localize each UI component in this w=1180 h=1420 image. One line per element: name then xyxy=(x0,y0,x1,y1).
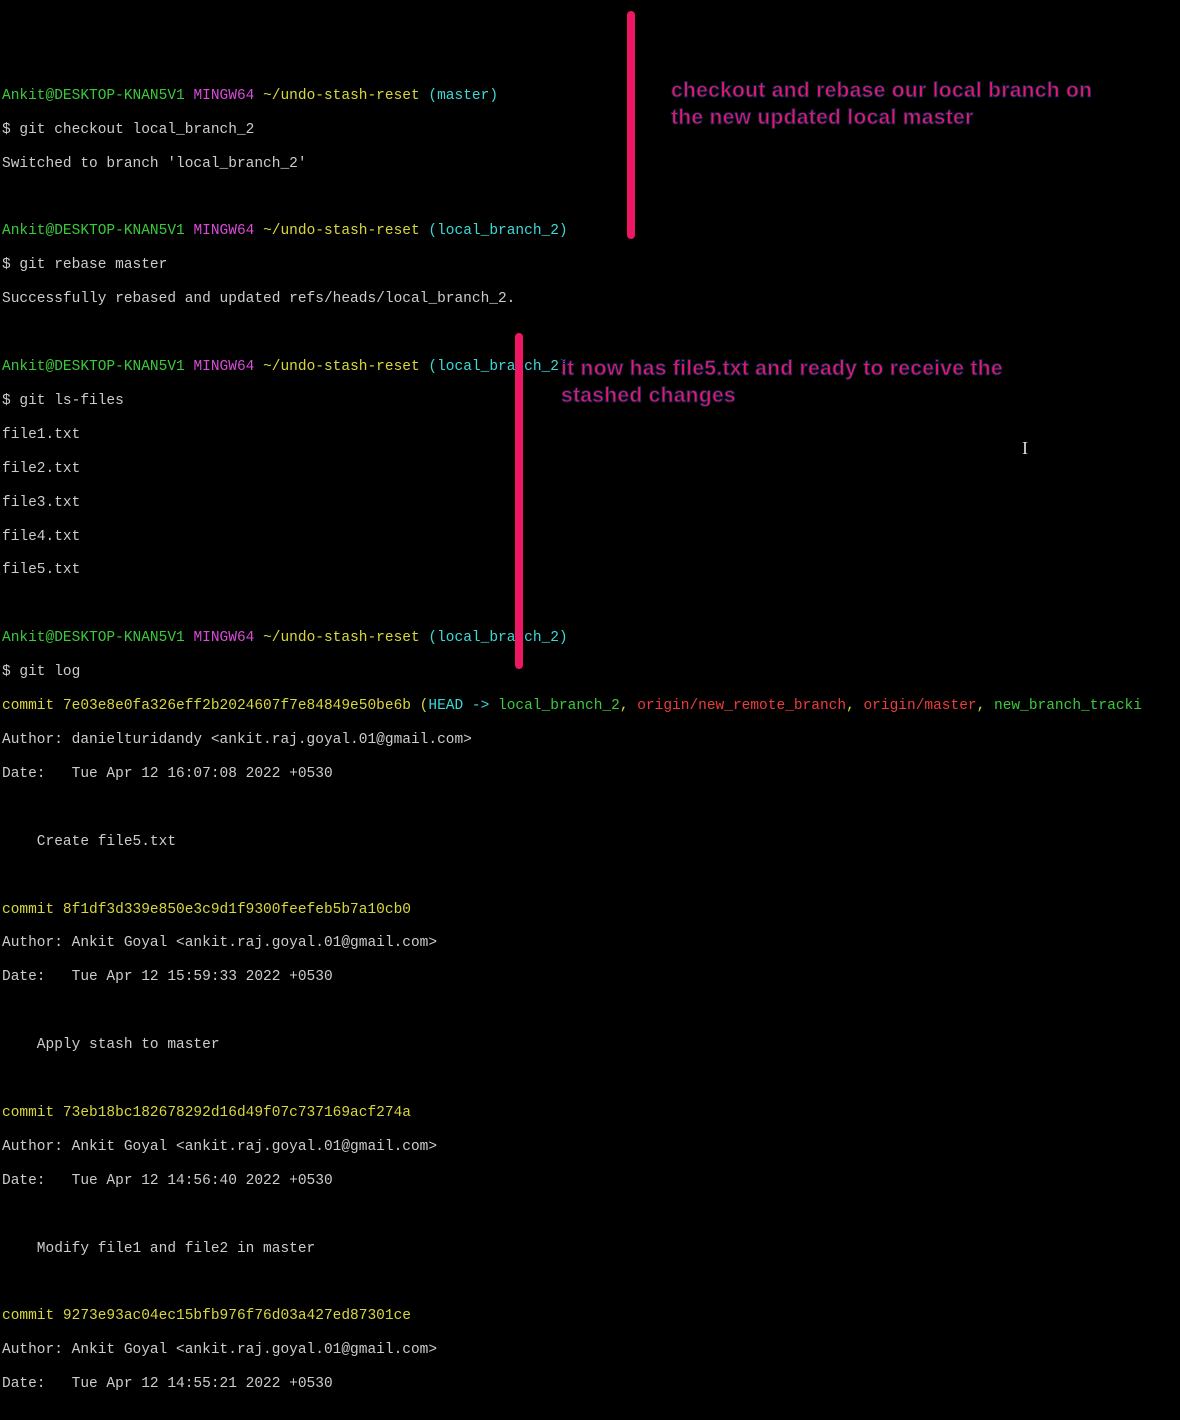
date-line: Date: Tue Apr 12 14:56:40 2022 +0530 xyxy=(2,1173,1178,1190)
command-text: git ls-files xyxy=(11,393,124,409)
commit-line: commit 9273e93ac04ec15bfb976f76d03a427ed… xyxy=(2,1308,1178,1325)
author-line: Author: danielturidandy <ankit.raj.goyal… xyxy=(2,732,1178,749)
output-line: Switched to branch 'local_branch_2' xyxy=(2,156,1178,173)
command-line: $ git log xyxy=(2,664,1178,681)
prompt-line: Ankit@DESKTOP-KNAN5V1 MINGW64 ~/undo-sta… xyxy=(2,630,1178,647)
date-line: Date: Tue Apr 12 14:55:21 2022 +0530 xyxy=(2,1376,1178,1393)
date-line: Date: Tue Apr 12 15:59:33 2022 +0530 xyxy=(2,969,1178,986)
commit-message: Apply stash to master xyxy=(2,1037,1178,1054)
author-line: Author: Ankit Goyal <ankit.raj.goyal.01@… xyxy=(2,935,1178,952)
commit-line: commit 7e03e8e0fa326eff2b2024607f7e84849… xyxy=(2,698,1178,715)
prompt-user-host: Ankit@DESKTOP-KNAN5V1 xyxy=(2,88,185,104)
prompt-shell: MINGW64 xyxy=(193,88,254,104)
command-text: git rebase master xyxy=(11,257,168,273)
commit-line: commit 8f1df3d339e850e3c9d1f9300feefeb5b… xyxy=(2,902,1178,919)
author-line: Author: Ankit Goyal <ankit.raj.goyal.01@… xyxy=(2,1139,1178,1156)
annotation-text: it now has file5.txt and ready to receiv… xyxy=(561,356,1031,409)
output-line: file4.txt xyxy=(2,529,1178,546)
output-line: file1.txt xyxy=(2,427,1178,444)
annotation-text: checkout and rebase our local branch on … xyxy=(671,78,1101,131)
author-line: Author: Ankit Goyal <ankit.raj.goyal.01@… xyxy=(2,1342,1178,1359)
prompt-branch: (master) xyxy=(428,88,498,104)
command-line: $ git rebase master xyxy=(2,257,1178,274)
prompt-line: Ankit@DESKTOP-KNAN5V1 MINGW64 ~/undo-sta… xyxy=(2,223,1178,240)
output-line: file3.txt xyxy=(2,495,1178,512)
text-cursor-icon: I xyxy=(1022,438,1028,459)
annotation-bar xyxy=(515,333,523,669)
commit-line: commit 73eb18bc182678292d16d49f07c737169… xyxy=(2,1105,1178,1122)
command-text: git checkout local_branch_2 xyxy=(11,122,255,138)
output-line: file2.txt xyxy=(2,461,1178,478)
date-line: Date: Tue Apr 12 16:07:08 2022 +0530 xyxy=(2,766,1178,783)
output-line: Successfully rebased and updated refs/he… xyxy=(2,291,1178,308)
commit-message: Create file5.txt xyxy=(2,834,1178,851)
prompt-dollar: $ xyxy=(2,122,11,138)
commit-message: Modify file1 and file2 in master xyxy=(2,1241,1178,1258)
terminal[interactable]: Ankit@DESKTOP-KNAN5V1 MINGW64 ~/undo-sta… xyxy=(2,71,1178,1420)
annotation-bar xyxy=(627,11,635,239)
prompt-path: ~/undo-stash-reset xyxy=(263,88,420,104)
command-text: git log xyxy=(11,664,81,680)
output-line: file5.txt xyxy=(2,562,1178,579)
